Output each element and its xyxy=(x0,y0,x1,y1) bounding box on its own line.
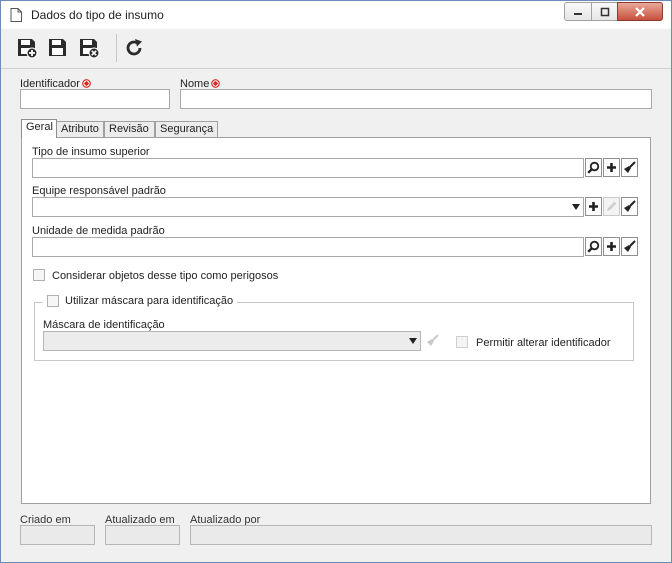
required-icon xyxy=(82,79,91,88)
updated-input xyxy=(106,526,179,544)
refresh-button[interactable] xyxy=(121,35,147,61)
parent-type-label: Tipo de insumo superior xyxy=(32,146,150,158)
created-input xyxy=(21,526,94,544)
save-button[interactable] xyxy=(45,35,71,61)
mask-group-legend: Utilizar máscara para identificação xyxy=(43,295,238,307)
unit-clear-button[interactable] xyxy=(621,237,638,256)
save-icon xyxy=(49,39,66,56)
plus-icon xyxy=(589,202,598,211)
allow-change-label: Permitir alterar identificador xyxy=(476,337,611,349)
window-title: Dados do tipo de insumo xyxy=(31,8,164,22)
team-select[interactable] xyxy=(32,197,584,217)
minimize-button[interactable] xyxy=(564,2,592,21)
minimize-icon xyxy=(574,12,582,15)
unit-label: Unidade de medida padrão xyxy=(32,225,165,237)
unit-field[interactable] xyxy=(32,237,584,257)
identifier-field[interactable] xyxy=(20,89,170,109)
name-input[interactable] xyxy=(181,90,651,108)
save-and-new-icon xyxy=(18,39,38,59)
team-clear-button[interactable] xyxy=(621,197,638,216)
parent-type-input[interactable] xyxy=(33,159,583,177)
document-icon xyxy=(10,8,22,22)
dangerous-label: Considerar objetos desse tipo como perig… xyxy=(52,270,279,282)
team-add-button[interactable] xyxy=(585,197,602,216)
toolbar xyxy=(1,29,671,69)
use-mask-label: Utilizar máscara para identificação xyxy=(65,295,234,307)
tab-revisao[interactable]: Revisão xyxy=(104,121,155,137)
updated-by-field xyxy=(190,525,652,545)
updated-by-input xyxy=(191,526,651,544)
save-and-close-icon xyxy=(80,39,100,59)
maximize-button[interactable] xyxy=(591,2,618,21)
unit-search-button[interactable] xyxy=(585,237,602,256)
name-field[interactable] xyxy=(180,89,652,109)
allow-change-checkbox[interactable] xyxy=(456,336,468,348)
plus-icon xyxy=(607,242,616,251)
close-icon xyxy=(635,6,645,17)
updated-field xyxy=(105,525,180,545)
parent-type-field[interactable] xyxy=(32,158,584,178)
title-bar: Dados do tipo de insumo xyxy=(1,1,671,29)
unit-add-button[interactable] xyxy=(603,237,620,256)
unit-input[interactable] xyxy=(33,238,583,256)
tab-geral[interactable]: Geral xyxy=(21,119,57,138)
broom-icon xyxy=(624,161,636,173)
identifier-input[interactable] xyxy=(21,90,169,108)
save-and-new-button[interactable] xyxy=(14,35,40,61)
use-mask-checkbox[interactable] xyxy=(47,295,59,307)
plus-icon xyxy=(607,163,616,172)
refresh-icon xyxy=(126,39,142,56)
maximize-icon xyxy=(600,7,609,16)
dangerous-checkbox[interactable] xyxy=(33,269,45,281)
team-label: Equipe responsável padrão xyxy=(32,185,166,197)
team-edit-button[interactable] xyxy=(603,197,620,216)
required-icon xyxy=(211,79,221,88)
parent-type-search-button[interactable] xyxy=(585,158,602,177)
created-field xyxy=(20,525,95,545)
dropdown-arrow-icon xyxy=(572,204,580,210)
parent-type-add-button[interactable] xyxy=(603,158,620,177)
tab-panel-geral: Tipo de insumo superior Equipe responsáv… xyxy=(21,137,651,504)
search-icon xyxy=(587,240,600,253)
mask-select[interactable] xyxy=(43,331,421,351)
parent-type-clear-button[interactable] xyxy=(621,158,638,177)
dropdown-arrow-icon xyxy=(409,338,417,344)
broom-icon xyxy=(624,240,636,252)
tab-seguranca[interactable]: Segurança xyxy=(155,121,218,137)
pencil-icon xyxy=(607,201,617,211)
tab-atributo[interactable]: Atributo xyxy=(56,121,104,137)
mask-groupbox: Utilizar máscara para identificação Másc… xyxy=(34,295,634,361)
broom-icon xyxy=(427,334,439,346)
save-and-close-button[interactable] xyxy=(76,35,102,61)
broom-icon xyxy=(624,200,636,212)
mask-clear-button[interactable] xyxy=(424,331,441,350)
toolbar-separator xyxy=(116,34,117,62)
close-button[interactable] xyxy=(617,2,663,21)
mask-label: Máscara de identificação xyxy=(43,319,165,331)
search-icon xyxy=(587,161,600,174)
dialog-window: Dados do tipo de insumo Identificador No… xyxy=(0,0,672,563)
